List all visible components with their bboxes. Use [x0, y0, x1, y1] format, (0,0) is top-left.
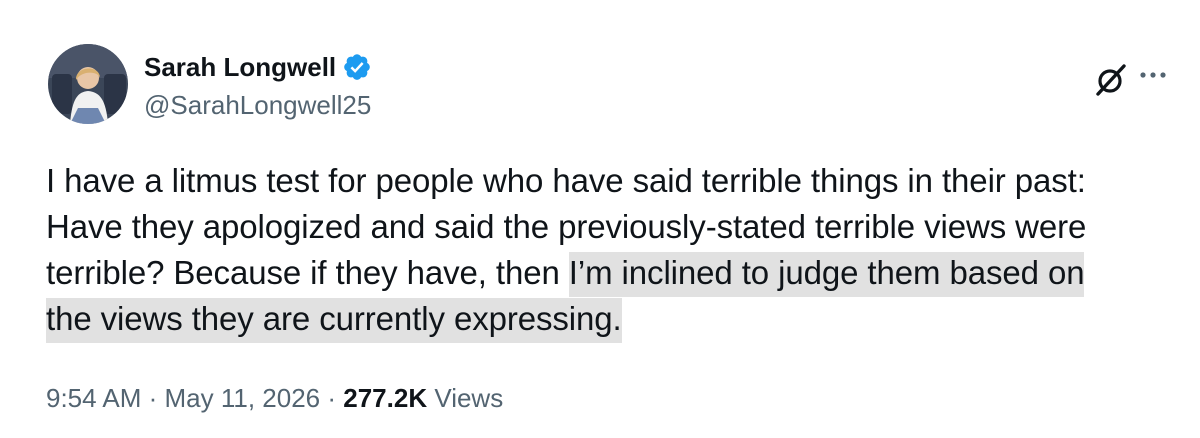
tweet-text-line: terrible? Because if they have, then I’m…: [46, 250, 1166, 297]
grok-icon[interactable]: [1091, 60, 1131, 100]
tweet-time[interactable]: 9:54 AM: [46, 383, 141, 413]
tweet-text-line: I have a litmus test for people who have…: [46, 162, 1086, 199]
tweet-text-line: Have they apologized and said the previo…: [46, 208, 1087, 245]
verified-badge-icon: [342, 52, 372, 82]
tweet-meta: 9:54 AM · May 11, 2026 · 277.2K Views: [46, 380, 503, 416]
meta-separator: ·: [320, 383, 344, 413]
tweet-text-line: the views they are currently expressing.: [46, 296, 1166, 343]
tweet-date[interactable]: May 11, 2026: [165, 383, 321, 413]
highlighted-text: the views they are currently expressing.: [46, 298, 622, 343]
tweet-text: I have a litmus test for people who have…: [46, 158, 1166, 343]
tweet-text-segment: terrible? Because if they have, then: [46, 254, 569, 291]
highlighted-text: I’m inclined to judge them based on: [568, 252, 1085, 297]
views-count: 277.2K: [343, 383, 428, 413]
more-options-icon[interactable]: [1138, 60, 1168, 90]
views-label: Views: [427, 383, 504, 413]
author-name: Sarah Longwell: [144, 52, 337, 82]
avatar[interactable]: [48, 44, 128, 124]
tweet-card: Sarah Longwell @SarahLongwell25 I have a…: [0, 0, 1200, 438]
meta-separator: ·: [141, 383, 165, 413]
author-handle[interactable]: @SarahLongwell25: [144, 90, 371, 120]
author-name-row[interactable]: Sarah Longwell: [144, 52, 372, 82]
